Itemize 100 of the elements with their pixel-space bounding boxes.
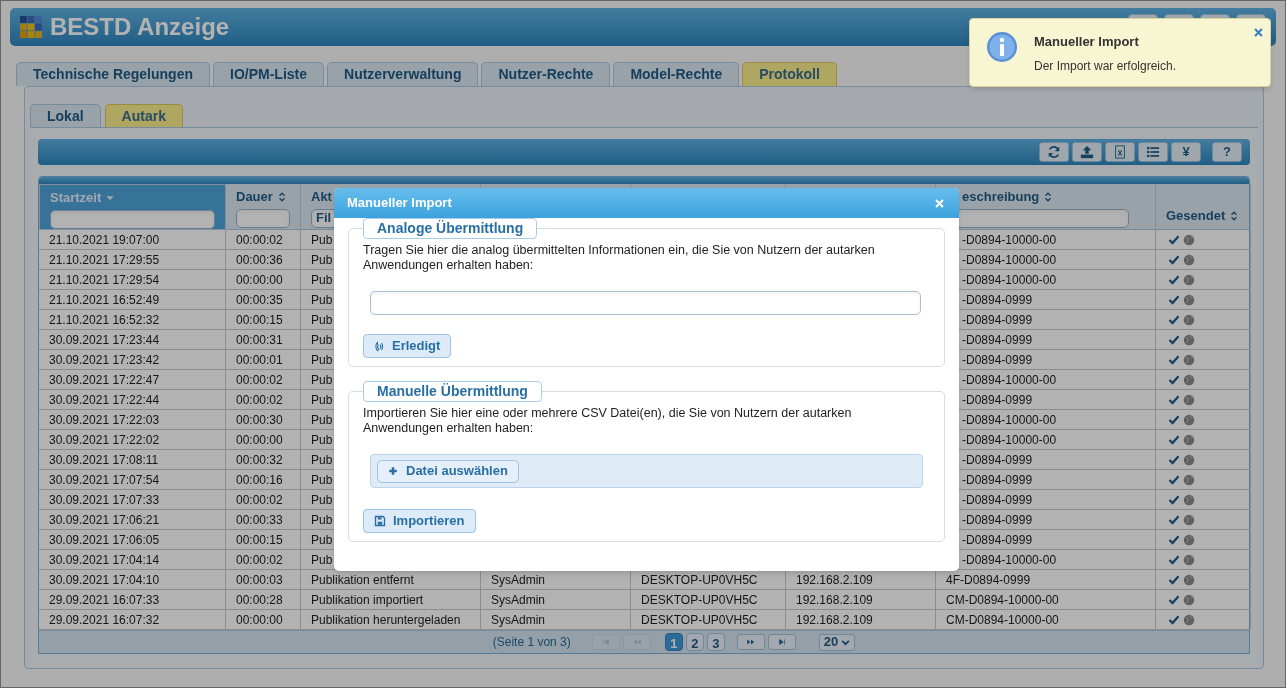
table-cell-text: 00:00:31	[236, 331, 283, 349]
globe-icon	[1183, 613, 1195, 626]
text-field[interactable]	[370, 291, 921, 315]
check-icon	[1168, 393, 1180, 406]
table-cell-text: -D0894-0999	[962, 291, 1033, 309]
table-cell-text: 30.09.2021 17:04:10	[49, 571, 160, 589]
table-cell-text: DESKTOP-UP0VH5C	[641, 611, 758, 629]
table-cell-text: Pub	[311, 251, 333, 269]
page-size-select[interactable]: 20	[818, 633, 856, 651]
page-button[interactable]: 1	[664, 633, 683, 651]
table-cell-text: CM-D0894-10000-00	[946, 591, 1059, 609]
table-cell-text: 00:00:36	[236, 251, 283, 269]
column-label[interactable]: Startzeit	[50, 188, 102, 208]
globe-icon	[1183, 253, 1195, 266]
toolbar-button[interactable]	[1138, 142, 1168, 162]
tab[interactable]: Technische Regelungen	[16, 62, 210, 86]
check-icon	[1168, 373, 1180, 386]
check-icon	[1168, 253, 1180, 266]
table-cell-text: 30.09.2021 17:23:42	[49, 351, 160, 369]
table-cell-text: -D0894-10000-00	[962, 371, 1057, 389]
globe-icon	[1183, 573, 1195, 586]
globe-icon	[1183, 433, 1195, 446]
tab[interactable]: Nutzer-Rechte	[481, 62, 611, 86]
column-label[interactable]: Gesendet	[1166, 206, 1226, 226]
tab[interactable]: Nutzerverwaltung	[327, 62, 479, 86]
globe-icon	[1183, 353, 1195, 366]
plus-icon	[388, 466, 398, 476]
toolbar-button[interactable]	[1105, 142, 1135, 162]
dialog-title: Manueller Import	[347, 194, 452, 213]
check-icon	[1168, 453, 1180, 466]
table-cell-text: Pub	[311, 551, 333, 569]
table-cell-text: Pub	[311, 291, 333, 309]
check-icon	[1168, 493, 1180, 506]
next-page-icon	[745, 637, 756, 647]
table-cell-text: 00:00:00	[236, 431, 283, 449]
globe-icon	[1183, 553, 1195, 566]
table-cell-text: Pub	[311, 491, 333, 509]
globe-icon	[1183, 533, 1195, 546]
table-cell-text: Pub	[311, 411, 333, 429]
page-button[interactable]: 2	[685, 633, 704, 651]
table-cell-text: 30.09.2021 17:04:14	[49, 551, 160, 569]
table-cell-text: Pub	[311, 431, 333, 449]
globe-icon	[1183, 453, 1195, 466]
close-button[interactable]	[1252, 26, 1264, 38]
table-cell-text: Publikation importiert	[311, 591, 424, 609]
globe-icon	[1183, 273, 1195, 286]
check-icon	[1168, 473, 1180, 486]
check-icon	[1168, 353, 1180, 366]
column-header[interactable]: Startzeit	[39, 184, 226, 230]
tab[interactable]: Model-Rechte	[613, 62, 740, 86]
close-button[interactable]	[934, 197, 946, 209]
globe-icon	[1183, 293, 1195, 306]
globe-icon	[1183, 333, 1195, 346]
table-cell-text: -D0894-10000-00	[962, 411, 1057, 429]
last-page-icon	[776, 637, 787, 647]
page-nav-button[interactable]	[736, 634, 765, 650]
table-cell-text: 21.10.2021 16:52:32	[49, 311, 160, 329]
table-cell-text: 00:00:01	[236, 351, 283, 369]
table-cell-text: Pub	[311, 391, 333, 409]
section-description: Importieren Sie hier eine oder mehrere CSV Datei(en), die Sie von Nutzern der autarken Anwendungen erhalten haben:	[363, 406, 853, 436]
table-cell-text: -D0894-10000-00	[962, 231, 1057, 249]
filter-field[interactable]	[50, 209, 215, 229]
table-cell-text: -D0894-0999	[962, 391, 1033, 409]
column-label[interactable]: Akt	[311, 187, 332, 207]
tab[interactable]: Lokal	[30, 104, 101, 127]
globe-icon	[1183, 593, 1195, 606]
chevron-down-icon	[841, 637, 851, 647]
column-label[interactable]: Dauer	[236, 187, 273, 207]
toolbar-button[interactable]	[1072, 142, 1102, 162]
table-cell-text: 00:00:33	[236, 511, 283, 529]
page-nav-button[interactable]	[767, 634, 796, 650]
table-cell-text: 30.09.2021 17:06:21	[49, 511, 160, 529]
import-button[interactable]: Importieren	[363, 509, 476, 533]
column-label[interactable]: eschreibung	[962, 187, 1040, 207]
table-cell-text: 00:00:02	[236, 231, 283, 249]
table-cell-text: 21.10.2021 16:52:49	[49, 291, 160, 309]
table-cell-text: 192.168.2.109	[796, 571, 873, 589]
table-cell-text: 30.09.2021 17:22:44	[49, 391, 160, 409]
table-cell-text: DESKTOP-UP0VH5C	[641, 591, 758, 609]
toolbar-button[interactable]: ?	[1212, 142, 1242, 162]
table-cell-text: Pub	[311, 231, 333, 249]
done-button[interactable]: Erledigt	[363, 334, 452, 358]
close-icon	[934, 197, 945, 209]
choose-file-button[interactable]: Datei auswählen	[377, 459, 519, 483]
tab[interactable]: Autark	[104, 104, 183, 127]
check-icon	[1168, 513, 1180, 526]
close-icon	[1252, 26, 1264, 38]
check-icon	[1168, 233, 1180, 246]
tab[interactable]: IO/PM-Liste	[213, 62, 324, 86]
globe-icon	[1183, 373, 1195, 386]
filter-field[interactable]	[236, 208, 290, 228]
toolbar-button[interactable]	[1039, 142, 1069, 162]
table-cell-text: 29.09.2021 16:07:33	[49, 591, 160, 609]
globe-icon	[1183, 313, 1195, 326]
table-cell-text: Pub	[311, 511, 333, 529]
page-button[interactable]: 3	[706, 633, 725, 651]
tab[interactable]: Protokoll	[742, 62, 837, 86]
toolbar-button[interactable]: ¥	[1171, 142, 1201, 162]
table-cell-text: 00:00:35	[236, 291, 283, 309]
table-cell-text: 00:00:00	[236, 611, 283, 629]
